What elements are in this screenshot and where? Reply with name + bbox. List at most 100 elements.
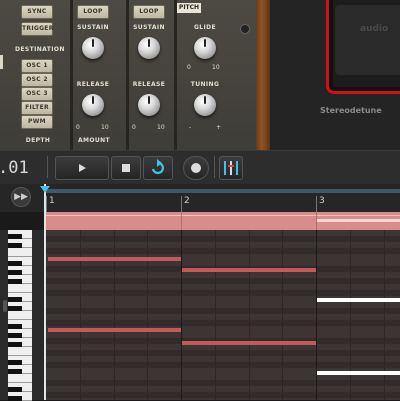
synth-column-envelope-1: LOOP SUSTAIN RELEASE 0 10 AMOUNT bbox=[73, 0, 127, 150]
white-key-line bbox=[8, 355, 32, 356]
tuning-plus-label: + bbox=[216, 124, 222, 131]
midi-note-selected[interactable] bbox=[317, 298, 400, 302]
loop-toggle-button[interactable] bbox=[143, 156, 173, 180]
transport-bar: .01 bbox=[0, 150, 400, 185]
release-label: RELEASE bbox=[76, 81, 110, 88]
black-key[interactable] bbox=[8, 369, 22, 374]
black-key[interactable] bbox=[8, 342, 22, 347]
midi-note[interactable] bbox=[48, 257, 181, 261]
piano-keyboard[interactable] bbox=[0, 230, 46, 401]
bar-number: 1 bbox=[49, 196, 55, 206]
transport-separator bbox=[47, 156, 48, 178]
black-key[interactable] bbox=[8, 279, 22, 284]
release-min-label: 0 bbox=[132, 124, 136, 131]
trigger-button[interactable]: TRIGGER bbox=[21, 22, 53, 36]
instrument-pad-surface bbox=[335, 5, 400, 75]
white-key-line bbox=[8, 319, 32, 320]
sustain-label: SUSTAIN bbox=[133, 24, 165, 31]
stop-icon bbox=[122, 164, 130, 172]
white-key-line bbox=[8, 292, 32, 293]
wood-side-panel bbox=[256, 0, 270, 150]
black-key[interactable] bbox=[8, 324, 22, 329]
region-highlight bbox=[46, 215, 400, 216]
bar-line bbox=[181, 230, 182, 400]
glide-max-label: 10 bbox=[212, 64, 220, 71]
sustain-knob[interactable] bbox=[82, 37, 104, 59]
fast-forward-button[interactable]: ▶▶ bbox=[11, 187, 31, 207]
loop-button[interactable]: LOOP bbox=[133, 5, 165, 19]
release-min-label: 0 bbox=[76, 124, 80, 131]
bar-number: 2 bbox=[184, 196, 190, 206]
screw-icon bbox=[240, 24, 250, 34]
loop-button[interactable]: LOOP bbox=[77, 5, 109, 19]
record-icon bbox=[191, 163, 201, 173]
instrument-pad[interactable] bbox=[326, 0, 400, 94]
region-note-preview bbox=[316, 219, 400, 222]
midi-note[interactable] bbox=[48, 328, 181, 332]
sync-button[interactable]: SYNC bbox=[21, 5, 53, 19]
ruler-tick bbox=[316, 196, 317, 212]
black-key[interactable] bbox=[8, 360, 22, 365]
black-key[interactable] bbox=[8, 306, 22, 311]
piano-roll-grid[interactable] bbox=[46, 230, 400, 400]
keyboard-scroll-handle[interactable] bbox=[3, 300, 7, 312]
tuning-minus-label: - bbox=[189, 124, 192, 131]
beat-line bbox=[114, 230, 115, 400]
panel-edge-tab bbox=[0, 55, 3, 69]
synth-panel: SYNC TRIGGER DESTINATION OSC 1 OSC 2 OSC… bbox=[0, 0, 400, 150]
white-key-line bbox=[8, 382, 32, 383]
release-max-label: 10 bbox=[157, 124, 165, 131]
osc2-button[interactable]: OSC 2 bbox=[21, 73, 53, 87]
tuning-knob[interactable] bbox=[194, 94, 216, 116]
depth-label: DEPTH bbox=[25, 137, 51, 144]
stop-button[interactable] bbox=[111, 156, 141, 180]
midi-note-selected[interactable] bbox=[317, 371, 400, 375]
white-key-line bbox=[8, 256, 32, 257]
pwm-button[interactable]: PWM bbox=[21, 115, 53, 129]
metronome-button[interactable] bbox=[219, 156, 243, 180]
midi-region[interactable] bbox=[46, 212, 400, 230]
synth-column-destination: SYNC TRIGGER DESTINATION OSC 1 OSC 2 OSC… bbox=[0, 0, 72, 150]
time-display: .01 bbox=[0, 158, 29, 178]
midi-note[interactable] bbox=[182, 268, 316, 272]
glide-knob[interactable] bbox=[194, 37, 216, 59]
black-key[interactable] bbox=[8, 234, 22, 239]
black-key[interactable] bbox=[8, 396, 22, 401]
timeline-ruler[interactable]: ▶▶ 1 2 3 bbox=[0, 184, 400, 212]
beat-line bbox=[80, 230, 81, 400]
play-icon bbox=[79, 164, 86, 172]
beat-line bbox=[147, 230, 148, 400]
osc3-button[interactable]: OSC 3 bbox=[21, 87, 53, 101]
sustain-label: SUSTAIN bbox=[77, 24, 109, 31]
play-button[interactable] bbox=[55, 156, 109, 180]
osc1-button[interactable]: OSC 1 bbox=[21, 59, 53, 73]
mixer-icon bbox=[224, 161, 238, 175]
black-key[interactable] bbox=[8, 333, 22, 338]
amount-label: AMOUNT bbox=[77, 137, 111, 144]
black-key[interactable] bbox=[8, 297, 22, 302]
ruler-tick bbox=[181, 196, 182, 212]
sustain-knob[interactable] bbox=[138, 37, 160, 59]
region-bar-line bbox=[316, 212, 317, 230]
transport-separator bbox=[214, 156, 215, 178]
playhead-marker-icon[interactable] bbox=[40, 186, 50, 193]
playhead[interactable] bbox=[44, 184, 46, 400]
destination-label: DESTINATION bbox=[15, 46, 65, 53]
black-key[interactable] bbox=[8, 270, 22, 275]
glide-label: GLIDE bbox=[193, 24, 217, 31]
loop-range-bar[interactable] bbox=[46, 189, 400, 193]
tuning-label: TUNING bbox=[190, 81, 220, 88]
midi-note[interactable] bbox=[182, 341, 316, 345]
black-key[interactable] bbox=[8, 243, 22, 248]
filter-button[interactable]: FILTER bbox=[21, 101, 53, 115]
synth-column-envelope-2: LOOP SUSTAIN RELEASE 0 10 bbox=[129, 0, 175, 150]
bar-number: 3 bbox=[319, 196, 325, 206]
black-key[interactable] bbox=[8, 261, 22, 266]
black-key[interactable] bbox=[8, 387, 22, 392]
fast-forward-icon: ▶▶ bbox=[14, 192, 28, 202]
record-button[interactable] bbox=[183, 156, 209, 180]
region-bar-line bbox=[181, 212, 182, 230]
beat-line bbox=[215, 230, 216, 400]
release-knob[interactable] bbox=[138, 94, 160, 116]
release-knob[interactable] bbox=[82, 94, 104, 116]
